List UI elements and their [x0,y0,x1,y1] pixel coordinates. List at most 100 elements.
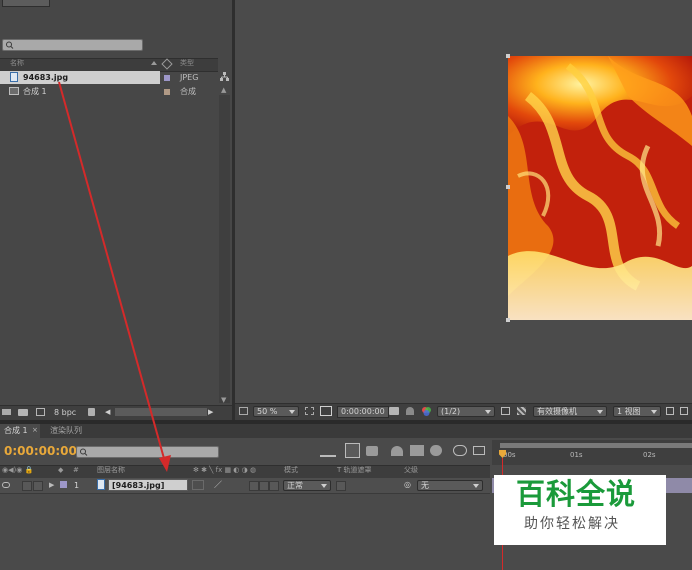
label-swatch[interactable] [164,75,170,81]
project-item-type-1: JPEG [180,73,199,82]
resolution-value: (1/2) [441,406,461,416]
safe-zones-icon[interactable] [305,407,314,415]
sort-arrow-icon [151,61,157,65]
motion-blur-icon[interactable] [430,445,442,456]
parent-value: 无 [421,480,429,490]
scroll-up-arrow[interactable]: ▲ [221,86,226,94]
bpc-button[interactable]: 8 bpc [54,409,76,417]
layer-switches-icons: ✻ ✱ ╲ fx ▦ ◐ ◑ ◍ [193,466,257,474]
pick-whip-icon[interactable]: ◎ [404,481,411,489]
expand-arrow-icon[interactable]: ▶ [49,482,54,489]
graph-editor-icon[interactable] [453,445,467,456]
layer-index: 1 [74,481,80,490]
watermark-box: 百科全说 助你轻松解决 [494,475,666,545]
watermark-subtitle: 助你轻松解决 [524,516,620,532]
label-column-icon: ◆ [58,466,64,474]
preserve-transparency-toggle[interactable] [336,481,346,491]
snapshot-icon[interactable] [389,407,399,415]
timeline-tab-bar [0,424,692,438]
work-area-bar[interactable] [500,443,692,448]
layer-name-field[interactable]: [94683.jpg] [108,479,188,491]
current-time-display[interactable]: 0:00:00:00 [4,445,77,457]
flowchart-icon[interactable] [220,72,229,81]
parent-dropdown[interactable]: 无 [417,480,483,491]
folder-icon[interactable] [18,409,28,416]
layer-handle[interactable] [506,185,510,189]
fast-previews-icon[interactable] [501,407,510,415]
col-number: # [73,466,79,474]
column-type-label[interactable]: 类型 [180,60,194,67]
views-dropdown[interactable]: 1 视图 [613,406,661,417]
chevron-down-icon [597,409,603,414]
camera-dropdown[interactable]: 有效摄像机 [533,406,607,417]
solo-toggle[interactable] [33,481,43,491]
layer-handle[interactable] [506,54,510,58]
blend-mode-value: 正常 [287,480,303,490]
scroll-down-arrow[interactable]: ▼ [221,396,226,404]
quality-switch-icon[interactable]: ／ [214,481,222,489]
draft-3d-icon[interactable] [366,446,378,456]
chevron-down-icon [321,483,327,488]
chevron-down-icon [473,483,479,488]
ruler-tick-1: 01s [570,451,583,459]
av-switches-icon: ◉◀)◉ 🔒 [2,466,34,474]
tab-render-queue[interactable]: 渲染队列 [44,424,94,438]
panel-menu-icon[interactable] [680,407,688,415]
brainstorm-icon[interactable] [473,446,485,455]
comp-mini-flowchart-icon[interactable] [320,447,336,457]
toggle-pixel-aspect-icon[interactable] [666,407,674,415]
camera-value: 有效摄像机 [537,406,577,416]
label-swatch[interactable] [164,89,170,95]
channel-icon[interactable] [421,406,432,417]
new-comp-icon[interactable] [36,408,45,416]
layer-handle[interactable] [506,318,510,322]
hide-shy-layers-icon[interactable] [391,446,403,456]
search-icon [6,41,14,49]
project-item-type-2: 合成 [180,87,196,96]
scroll-left-arrow[interactable]: ◀ [105,409,110,416]
always-preview-icon[interactable] [239,407,248,415]
trash-icon[interactable] [88,408,95,416]
show-snapshot-icon[interactable] [406,407,414,415]
switch-cell[interactable] [259,481,269,491]
audio-toggle[interactable] [22,481,32,491]
collapse-switch[interactable] [192,480,204,490]
switch-cell[interactable] [249,481,259,491]
resolution-dropdown[interactable]: (1/2) [437,406,495,417]
col-trkmat: T 轨道遮罩 [337,466,372,474]
col-source-name[interactable]: 图层名称 [97,467,125,474]
eye-icon[interactable] [2,482,10,488]
live-update-icon[interactable] [345,443,360,458]
horizontal-scrollbar[interactable] [115,408,207,416]
scroll-right-arrow[interactable]: ▶ [208,409,213,416]
col-parent: 父级 [404,466,418,474]
close-icon[interactable]: × [32,427,38,434]
tab-composition-label: 合成 1 [4,426,28,435]
zoom-dropdown[interactable]: 50 % [253,406,299,417]
image-file-icon [10,72,18,82]
blend-mode-dropdown[interactable]: 正常 [283,480,331,491]
ruler-tick-2: 02s [643,451,656,459]
transparency-grid-icon[interactable] [517,407,526,415]
timeline-search-input[interactable] [76,446,219,458]
interpret-footage-icon[interactable] [2,409,11,415]
project-scrollbar[interactable] [219,95,230,403]
search-icon [80,448,88,456]
switch-cell[interactable] [269,481,279,491]
fire-image-layer[interactable] [508,56,692,320]
label-swatch[interactable] [60,481,67,488]
chevron-down-icon [485,409,491,414]
project-item-name-2[interactable]: 合成 1 [23,88,47,96]
zoom-value: 50 % [257,406,278,416]
viewer-timecode[interactable]: 0:00:00:00 [337,406,389,418]
col-mode: 模式 [284,466,298,474]
column-name-label[interactable]: 名称 [10,60,24,67]
views-value: 1 视图 [617,406,641,416]
tab-composition[interactable]: 合成 1 × [0,424,40,438]
chevron-down-icon [651,409,657,414]
project-item-name-1[interactable]: 94683.jpg [23,74,68,82]
region-of-interest-icon[interactable] [320,406,332,416]
top-tab-button[interactable] [2,0,50,7]
project-search-input[interactable] [2,39,143,51]
frame-blending-icon[interactable] [410,445,424,456]
